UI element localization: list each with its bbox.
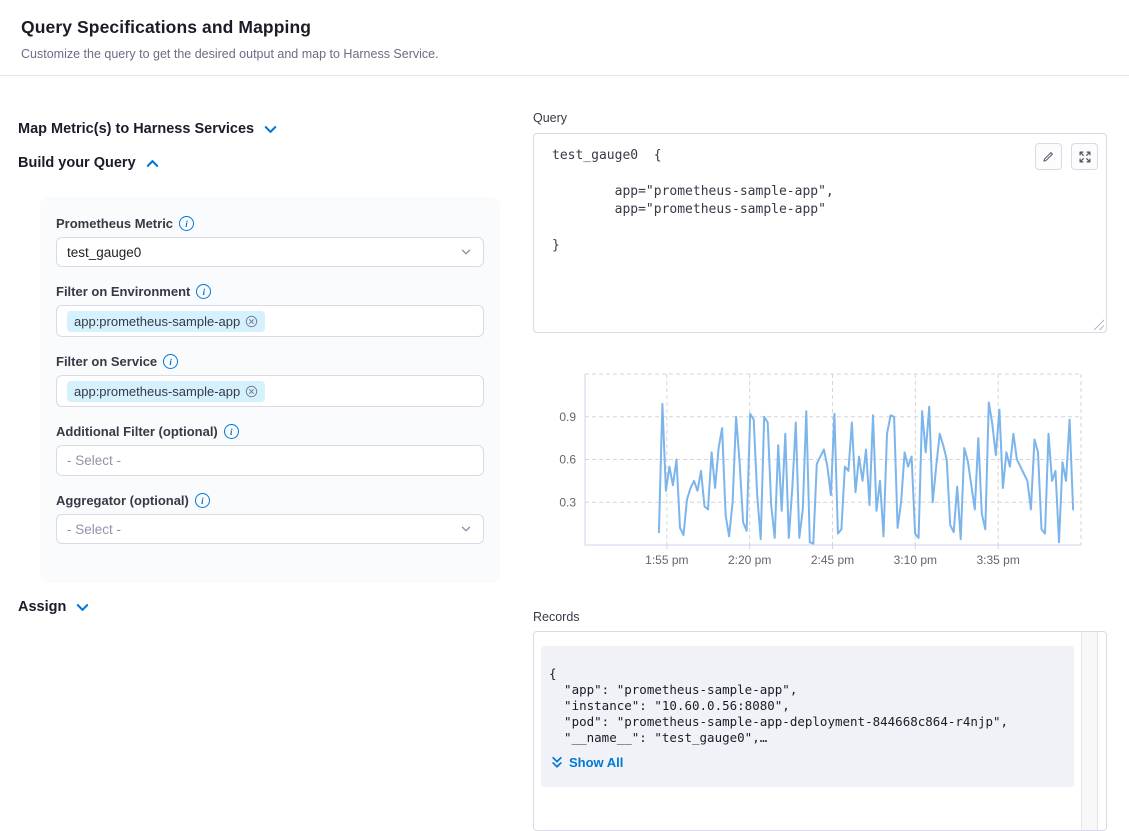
section-assign[interactable]: Assign xyxy=(18,599,90,615)
additional-filter-label: Additional Filter (optional) xyxy=(56,424,218,439)
prometheus-metric-select[interactable]: test_gauge0 xyxy=(56,237,484,267)
filter-environment-label-row: Filter on Environment i xyxy=(56,284,484,299)
aggregator-placeholder: - Select - xyxy=(67,522,121,537)
page-header: Query Specifications and Mapping Customi… xyxy=(0,0,1129,76)
filter-service-label: Filter on Service xyxy=(56,354,157,369)
chevron-down-icon xyxy=(75,600,90,615)
vertical-scrollbar[interactable] xyxy=(1081,632,1098,830)
aggregator-label-row: Aggregator (optional) i xyxy=(56,493,484,508)
page-title: Query Specifications and Mapping xyxy=(21,17,311,38)
aggregator-label: Aggregator (optional) xyxy=(56,493,189,508)
edit-query-button[interactable] xyxy=(1035,143,1062,170)
double-chevron-down-icon xyxy=(551,755,563,770)
resize-handle[interactable] xyxy=(1093,319,1104,330)
field-filter-service: Filter on Service i app:prometheus-sampl… xyxy=(56,354,484,407)
records-json: { "app": "prometheus-sample-app", "insta… xyxy=(549,666,1066,746)
chevron-up-icon xyxy=(145,156,160,171)
pencil-icon xyxy=(1041,149,1056,164)
additional-filter-input[interactable]: - Select - xyxy=(56,445,484,476)
info-icon[interactable]: i xyxy=(196,284,211,299)
remove-tag-icon[interactable] xyxy=(245,315,258,328)
section-map-metrics-label: Map Metric(s) to Harness Services xyxy=(18,121,254,137)
page-subtitle: Customize the query to get the desired o… xyxy=(21,47,439,61)
svg-text:0.3: 0.3 xyxy=(559,495,576,509)
additional-filter-label-row: Additional Filter (optional) i xyxy=(56,424,484,439)
query-editor[interactable]: test_gauge0 { app="prometheus-sample-app… xyxy=(533,133,1107,333)
filter-environment-input[interactable]: app:prometheus-sample-app xyxy=(56,305,484,337)
field-filter-environment: Filter on Environment i app:prometheus-s… xyxy=(56,284,484,337)
expand-icon xyxy=(1078,150,1092,164)
tag-label: app:prometheus-sample-app xyxy=(74,314,240,329)
build-query-panel: Prometheus Metric i test_gauge0 Filter o… xyxy=(40,197,500,583)
svg-text:2:20 pm: 2:20 pm xyxy=(728,553,771,567)
filter-service-tag: app:prometheus-sample-app xyxy=(67,381,265,402)
info-icon[interactable]: i xyxy=(224,424,239,439)
records-label: Records xyxy=(533,610,580,624)
svg-text:0.6: 0.6 xyxy=(559,453,576,467)
filter-environment-tag: app:prometheus-sample-app xyxy=(67,311,265,332)
svg-text:0.9: 0.9 xyxy=(559,410,576,424)
svg-text:1:55 pm: 1:55 pm xyxy=(645,553,688,567)
chevron-down-icon xyxy=(263,122,278,137)
show-all-button[interactable]: Show All xyxy=(551,755,623,770)
show-all-label: Show All xyxy=(569,755,623,770)
field-aggregator: Aggregator (optional) i - Select - xyxy=(56,493,484,544)
section-assign-label: Assign xyxy=(18,599,66,615)
prometheus-metric-value: test_gauge0 xyxy=(67,245,141,260)
timeseries-chart: 0.3 0.6 0.9 1:55 pm 2:20 pm 2:45 pm 3:10 pm 3:3… xyxy=(533,366,1107,571)
field-prometheus-metric: Prometheus Metric i test_gauge0 xyxy=(56,216,484,267)
svg-text:3:35 pm: 3:35 pm xyxy=(976,553,1019,567)
records-panel: { "app": "prometheus-sample-app", "insta… xyxy=(533,631,1107,831)
filter-environment-label: Filter on Environment xyxy=(56,284,190,299)
tag-label: app:prometheus-sample-app xyxy=(74,384,240,399)
section-build-query-label: Build your Query xyxy=(18,155,136,171)
additional-filter-placeholder: - Select - xyxy=(67,453,121,468)
svg-text:3:10 pm: 3:10 pm xyxy=(894,553,937,567)
svg-text:2:45 pm: 2:45 pm xyxy=(811,553,854,567)
field-additional-filter: Additional Filter (optional) i - Select … xyxy=(56,424,484,476)
filter-service-input[interactable]: app:prometheus-sample-app xyxy=(56,375,484,407)
remove-tag-icon[interactable] xyxy=(245,385,258,398)
query-text[interactable]: test_gauge0 { app="prometheus-sample-app… xyxy=(534,134,1106,268)
section-map-metrics[interactable]: Map Metric(s) to Harness Services xyxy=(18,121,278,137)
prometheus-metric-label-row: Prometheus Metric i xyxy=(56,216,484,231)
info-icon[interactable]: i xyxy=(195,493,210,508)
query-label: Query xyxy=(533,111,567,125)
expand-query-button[interactable] xyxy=(1071,143,1098,170)
chevron-down-icon xyxy=(459,245,473,259)
aggregator-select[interactable]: - Select - xyxy=(56,514,484,544)
chevron-down-icon xyxy=(459,522,473,536)
info-icon[interactable]: i xyxy=(179,216,194,231)
filter-service-label-row: Filter on Service i xyxy=(56,354,484,369)
records-card: { "app": "prometheus-sample-app", "insta… xyxy=(541,646,1074,787)
info-icon[interactable]: i xyxy=(163,354,178,369)
prometheus-metric-label: Prometheus Metric xyxy=(56,216,173,231)
section-build-query[interactable]: Build your Query xyxy=(18,155,160,171)
